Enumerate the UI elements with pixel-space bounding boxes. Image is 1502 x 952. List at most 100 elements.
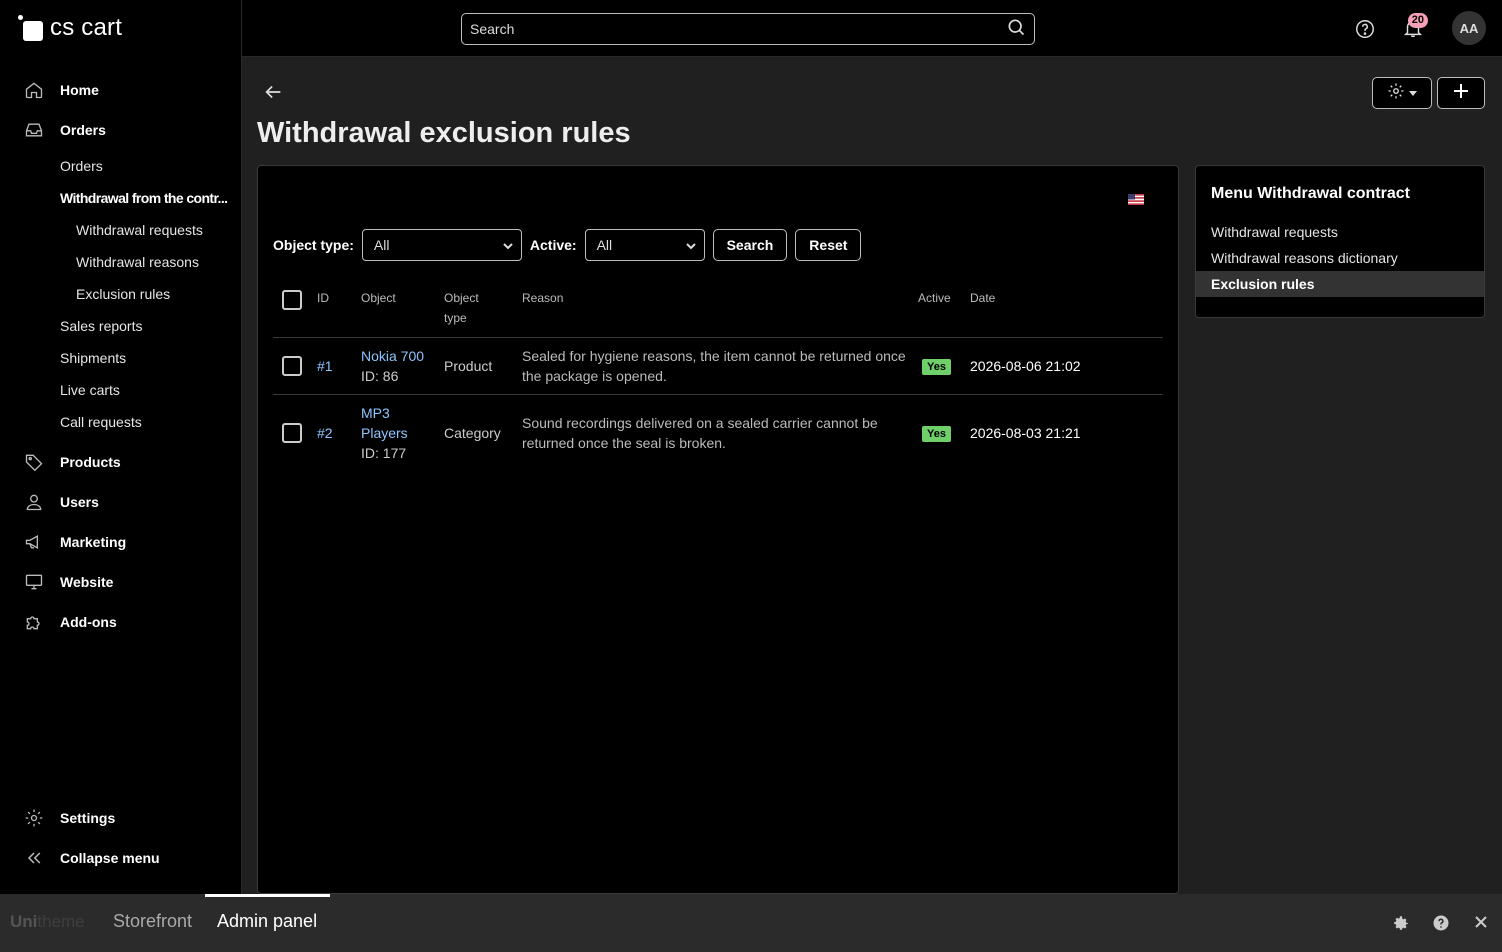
rule-id-link[interactable]: #1	[317, 356, 333, 376]
header-object-type-1[interactable]: Object	[444, 288, 479, 308]
sidebar-item-label: Home	[60, 82, 99, 98]
help-icon[interactable]	[1354, 18, 1376, 40]
header-date[interactable]: Date	[970, 288, 995, 308]
add-rule-button[interactable]	[1437, 77, 1485, 109]
sidebar-item-users[interactable]: Users	[22, 482, 232, 522]
rules-table: ID Object Object type Reason Active Date…	[273, 278, 1163, 472]
bottom-bar: Unitheme Storefront Admin panel	[0, 894, 1502, 952]
close-icon[interactable]	[1473, 914, 1491, 932]
sidebar-item-label: Collapse menu	[60, 850, 160, 866]
gear-icon	[1387, 82, 1405, 105]
sidebar-item-marketing[interactable]: Marketing	[22, 522, 232, 562]
sidebar-item-label: Marketing	[60, 534, 127, 550]
puzzle-icon	[22, 610, 46, 634]
megaphone-icon	[22, 530, 46, 554]
brand-a: Uni	[10, 912, 38, 931]
sidebar-sub-withdrawal-reasons[interactable]: Withdrawal reasons	[22, 246, 232, 278]
inbox-icon	[22, 118, 46, 142]
tab-admin-panel[interactable]: Admin panel	[217, 911, 317, 932]
gear-icon	[22, 806, 46, 830]
gear-icon[interactable]	[1392, 914, 1410, 932]
sidebar-sub-call-requests[interactable]: Call requests	[22, 406, 232, 438]
sidebar-sub-withdrawal-requests[interactable]: Withdrawal requests	[22, 214, 232, 246]
plus-icon	[1453, 83, 1469, 104]
sidebar-item-orders[interactable]: Orders	[22, 110, 232, 150]
active-tab-indicator	[205, 894, 330, 897]
us-flag-icon[interactable]	[1128, 192, 1144, 205]
tab-storefront[interactable]: Storefront	[113, 911, 192, 932]
active-value: All	[596, 237, 613, 253]
right-menu-reasons-dictionary[interactable]: Withdrawal reasons dictionary	[1196, 245, 1484, 271]
sidebar-item-settings[interactable]: Settings	[22, 798, 232, 838]
row-checkbox[interactable]	[282, 356, 302, 376]
monitor-icon	[22, 570, 46, 594]
sidebar-sub-withdrawal[interactable]: Withdrawal from the contr...	[22, 182, 232, 214]
sidebar-item-label: Users	[60, 494, 99, 510]
sidebar-item-products[interactable]: Products	[22, 442, 232, 482]
logo[interactable]: cs cart	[18, 12, 122, 44]
search-input[interactable]	[470, 21, 1006, 37]
header-object-type-2[interactable]: type	[444, 308, 467, 328]
select-all-checkbox[interactable]	[282, 290, 302, 310]
sidebar-sub-orders[interactable]: Orders	[22, 150, 232, 182]
object-name-link[interactable]: Nokia 700	[361, 346, 424, 366]
header-object[interactable]: Object	[361, 288, 396, 308]
back-arrow-icon[interactable]	[262, 81, 284, 103]
withdrawal-contract-menu: Menu Withdrawal contract Withdrawal requ…	[1195, 165, 1485, 318]
rule-date: 2026-08-03 21:21	[970, 425, 1081, 441]
rules-panel: Object type: All Active: All Search Rese…	[257, 165, 1179, 894]
sidebar: cs cart Home Orders Orders Withdrawal fr…	[0, 0, 242, 894]
sidebar-item-label: Orders	[60, 122, 106, 138]
tag-icon	[22, 450, 46, 474]
sidebar-sub-live-carts[interactable]: Live carts	[22, 374, 232, 406]
sidebar-item-addons[interactable]: Add-ons	[22, 602, 232, 642]
rule-id-link[interactable]: #2	[317, 423, 333, 443]
sidebar-item-label: Add-ons	[60, 614, 117, 630]
notification-badge: 20	[1407, 13, 1428, 28]
active-label: Active:	[529, 237, 577, 253]
reason-line-1: Sound recordings delivered on a sealed c…	[522, 415, 878, 431]
object-type-value: All	[373, 237, 390, 253]
status-badge: Yes	[922, 359, 951, 375]
search-icon[interactable]	[1006, 17, 1026, 42]
topbar: 20 AA	[242, 0, 1502, 57]
sidebar-item-website[interactable]: Website	[22, 562, 232, 602]
table-header: ID Object Object type Reason Active Date	[273, 278, 1163, 338]
settings-dropdown-button[interactable]	[1372, 77, 1432, 109]
header-id[interactable]: ID	[317, 288, 329, 308]
search-box[interactable]	[461, 13, 1035, 45]
sidebar-item-home[interactable]: Home	[22, 70, 232, 110]
unitheme-logo: Unitheme	[10, 912, 85, 932]
sidebar-sub-sales-reports[interactable]: Sales reports	[22, 310, 232, 342]
sidebar-item-label: Website	[60, 574, 114, 590]
brand-b: theme	[37, 912, 85, 931]
rule-date: 2026-08-06 21:02	[970, 358, 1081, 374]
main-content: Withdrawal exclusion rules Object type: …	[242, 57, 1502, 894]
reset-button[interactable]: Reset	[795, 229, 862, 261]
avatar[interactable]: AA	[1452, 11, 1486, 45]
sidebar-item-collapse[interactable]: Collapse menu	[22, 838, 232, 878]
right-menu-exclusion-rules[interactable]: Exclusion rules	[1196, 271, 1484, 297]
help-icon[interactable]	[1432, 914, 1450, 932]
double-chevron-left-icon	[22, 846, 46, 870]
object-name-link-2[interactable]: Players	[361, 423, 408, 443]
header-reason[interactable]: Reason	[522, 288, 563, 308]
logo-text: cs cart	[50, 14, 123, 41]
search-button[interactable]: Search	[712, 229, 788, 261]
sidebar-sub-exclusion-rules[interactable]: Exclusion rules	[22, 278, 232, 310]
sidebar-sub-shipments[interactable]: Shipments	[22, 342, 232, 374]
header-active[interactable]: Active	[918, 288, 951, 308]
object-id: ID: 86	[361, 368, 399, 384]
caret-down-icon	[1409, 84, 1417, 102]
object-type-label: Object type:	[273, 237, 354, 253]
row-checkbox[interactable]	[282, 423, 302, 443]
cs-cart-logo-icon	[18, 15, 44, 41]
object-id: ID: 177	[361, 445, 407, 461]
active-select[interactable]: All	[584, 229, 705, 261]
object-type: Product	[444, 358, 493, 374]
status-badge: Yes	[922, 426, 951, 442]
right-menu-withdrawal-requests[interactable]: Withdrawal requests	[1196, 219, 1484, 245]
object-type-select[interactable]: All	[361, 229, 522, 261]
object-name-link-1[interactable]: MP3	[361, 403, 390, 423]
chevron-down-icon	[503, 237, 513, 253]
